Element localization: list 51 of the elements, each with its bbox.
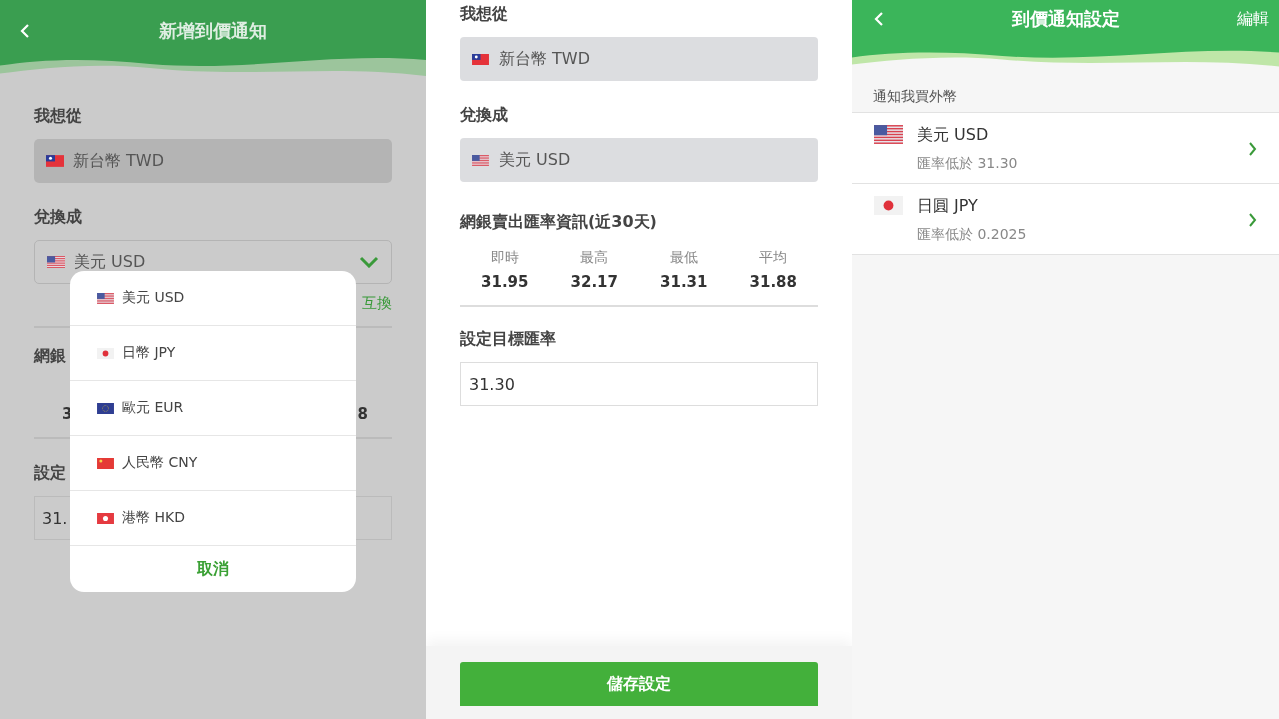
field-label: 我想從	[460, 4, 509, 25]
flag-icon	[97, 402, 114, 414]
flag-icon	[46, 155, 64, 167]
section-title: 網銀	[34, 346, 66, 365]
flag-icon	[47, 256, 65, 268]
stat-label: 最高	[580, 249, 609, 267]
alert-condition: 匯率低於 0.2025	[917, 226, 1028, 244]
section-label: 通知我買外幣	[873, 88, 957, 104]
field-label: 兌換成	[460, 105, 509, 126]
currency-option[interactable]: 人民幣 CNY	[70, 436, 356, 491]
back-icon[interactable]	[20, 23, 30, 39]
stat-label: 即時	[490, 249, 519, 267]
stat-value: 31.95	[481, 273, 529, 291]
screen-title: 到價通知設定	[1011, 7, 1120, 31]
currency-option[interactable]: 歐元 EUR	[70, 381, 356, 436]
flag-icon	[97, 457, 114, 469]
currency-field: 新台幣 TWD	[460, 37, 818, 81]
stat-label: 平均	[759, 249, 788, 267]
flag-icon	[97, 347, 114, 359]
stat-value: 31.31	[660, 273, 708, 291]
currency-name: 美元 USD	[917, 125, 990, 146]
chevron-right-icon	[1248, 212, 1257, 228]
stat-value: 32.17	[570, 273, 618, 291]
flag-icon	[472, 53, 489, 65]
rate-value: 8	[357, 405, 368, 423]
stat-label: 最低	[669, 249, 698, 267]
flag-icon	[472, 154, 489, 166]
field-label: 設定	[34, 463, 66, 482]
currency-name: 日圓 JPY	[917, 196, 979, 217]
back-icon[interactable]	[874, 11, 884, 27]
alert-row[interactable]: 美元 USD 匯率低於 31.30	[852, 113, 1279, 184]
chevron-right-icon	[1248, 141, 1257, 157]
chevron-down-icon	[359, 256, 379, 268]
currency-option[interactable]: 港幣 HKD	[70, 491, 356, 546]
currency-option[interactable]: 美元 USD	[70, 271, 356, 326]
stat-value: 31.88	[749, 273, 797, 291]
field-label: 設定目標匯率	[460, 329, 556, 348]
field-label: 兌換成	[34, 207, 83, 228]
flag-icon	[874, 196, 903, 215]
currency-option[interactable]: 日幣 JPY	[70, 326, 356, 381]
currency-field: 美元 USD	[460, 138, 818, 182]
screen-title: 新增到價通知	[159, 19, 267, 43]
flag-icon	[97, 292, 114, 304]
field-label: 我想從	[34, 106, 83, 127]
flag-icon	[97, 512, 114, 524]
section-title: 網銀賣出匯率資訊(近30天)	[460, 212, 657, 231]
flag-icon	[874, 125, 903, 144]
alert-row[interactable]: 日圓 JPY 匯率低於 0.2025	[852, 184, 1279, 255]
alert-condition: 匯率低於 31.30	[917, 155, 1019, 173]
rate-input[interactable]: 31.30	[460, 362, 818, 406]
currency-field: 新台幣 TWD	[34, 139, 392, 183]
